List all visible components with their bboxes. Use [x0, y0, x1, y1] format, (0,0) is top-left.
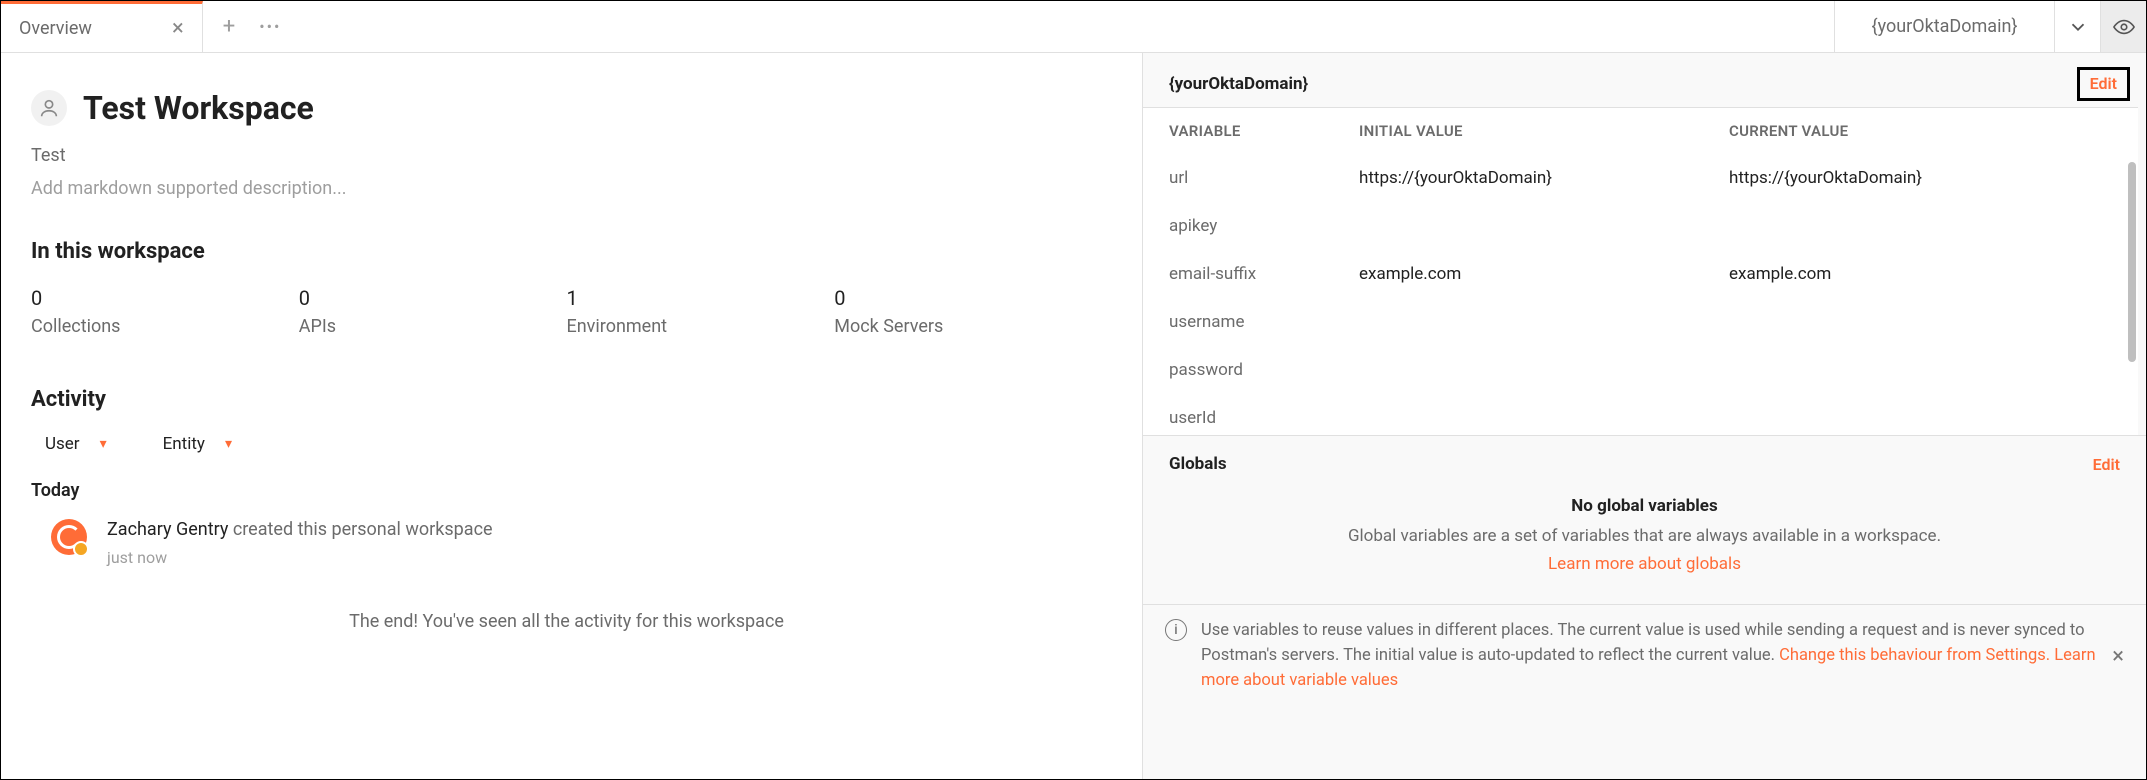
- var-current: [1729, 408, 2112, 428]
- chevron-down-icon: ▾: [100, 436, 107, 452]
- activity-item: Zachary Gentry created this personal wor…: [31, 519, 1102, 567]
- stats-row: 0 Collections 0 APIs 1 Environment 0 Moc…: [31, 286, 1102, 337]
- var-current: [1729, 360, 2112, 380]
- var-initial: [1359, 216, 1729, 236]
- filter-user[interactable]: User ▾: [45, 434, 107, 454]
- table-row: username: [1143, 298, 2138, 346]
- tab-label: Overview: [19, 18, 92, 39]
- col-current: CURRENT VALUE: [1729, 122, 2112, 140]
- activity-user[interactable]: Zachary Gentry: [107, 519, 228, 540]
- table-row: email-suffixexample.comexample.com: [1143, 250, 2138, 298]
- var-initial: [1359, 360, 1729, 380]
- close-icon[interactable]: ×: [172, 16, 184, 41]
- globals-title: Globals: [1169, 454, 1227, 474]
- activity-group-today: Today: [31, 480, 1102, 501]
- avatar[interactable]: [51, 519, 87, 555]
- in-workspace-heading: In this workspace: [31, 239, 1102, 264]
- activity-end-message: The end! You've seen all the activity fo…: [31, 611, 1102, 632]
- workspace-subtitle: Test: [31, 145, 1102, 166]
- col-initial: INITIAL VALUE: [1359, 122, 1729, 140]
- env-edit-button[interactable]: Edit: [2090, 74, 2117, 93]
- new-tab-icon[interactable]: +: [223, 14, 235, 39]
- col-variable: VARIABLE: [1169, 122, 1359, 140]
- var-initial: [1359, 408, 1729, 428]
- tab-overview[interactable]: Overview ×: [1, 1, 203, 52]
- workspace-icon: [31, 90, 67, 126]
- stat-collections[interactable]: 0 Collections: [31, 286, 299, 337]
- info-change-link[interactable]: Change this behaviour from Settings.: [1779, 646, 2050, 665]
- var-current: https://{yourOktaDomain}: [1729, 168, 2112, 188]
- info-icon: i: [1165, 619, 1187, 641]
- globals-edit-button[interactable]: Edit: [2093, 455, 2120, 474]
- table-row: apikey: [1143, 202, 2138, 250]
- eye-icon: [2113, 16, 2135, 38]
- more-tabs-icon[interactable]: •••: [259, 17, 281, 36]
- environment-quicklook-button[interactable]: [2100, 1, 2146, 52]
- var-name: password: [1169, 360, 1359, 380]
- table-row: password: [1143, 346, 2138, 394]
- stat-apis[interactable]: 0 APIs: [299, 286, 567, 337]
- filter-entity[interactable]: Entity ▾: [163, 434, 232, 454]
- workspace-description[interactable]: Add markdown supported description...: [31, 178, 1102, 199]
- activity-text: created this personal workspace: [228, 519, 492, 540]
- info-bar: i Use variables to reuse values in diffe…: [1143, 604, 2146, 711]
- environment-selector[interactable]: {yourOktaDomain}: [1834, 1, 2054, 52]
- var-name: email-suffix: [1169, 264, 1359, 284]
- environment-quicklook-panel: {yourOktaDomain} Edit VARIABLE INITIAL V…: [1142, 53, 2146, 779]
- environment-dropdown-button[interactable]: [2054, 1, 2100, 52]
- scrollbar[interactable]: [2128, 162, 2136, 362]
- var-name: url: [1169, 168, 1359, 188]
- activity-heading: Activity: [31, 387, 1102, 412]
- globals-empty-title: No global variables: [1183, 496, 2106, 516]
- var-initial: example.com: [1359, 264, 1729, 284]
- var-current: [1729, 312, 2112, 332]
- var-initial: [1359, 312, 1729, 332]
- table-row: urlhttps://{yourOktaDomain}https://{your…: [1143, 154, 2138, 202]
- stat-mock-servers[interactable]: 0 Mock Servers: [834, 286, 1102, 337]
- var-current: example.com: [1729, 264, 2112, 284]
- activity-time: just now: [107, 548, 493, 567]
- variables-table: VARIABLE INITIAL VALUE CURRENT VALUE url…: [1143, 107, 2138, 435]
- globals-empty-text: Global variables are a set of variables …: [1183, 526, 2106, 546]
- environment-label: {yourOktaDomain}: [1871, 16, 2017, 37]
- var-current: [1729, 216, 2112, 236]
- var-name: apikey: [1169, 216, 1359, 236]
- table-row: userId: [1143, 394, 2138, 435]
- chevron-down-icon: ▾: [225, 436, 232, 452]
- var-initial: https://{yourOktaDomain}: [1359, 168, 1729, 188]
- env-name: {yourOktaDomain}: [1169, 74, 1308, 94]
- var-name: userId: [1169, 408, 1359, 428]
- workspace-title: Test Workspace: [83, 89, 314, 127]
- info-close-icon[interactable]: ×: [2112, 640, 2124, 673]
- globals-learn-link[interactable]: Learn more about globals: [1183, 554, 2106, 574]
- tab-bar: Overview × + ••• {yourOktaDomain}: [1, 1, 2146, 53]
- var-name: username: [1169, 312, 1359, 332]
- stat-environment[interactable]: 1 Environment: [567, 286, 835, 337]
- chevron-down-icon: [2067, 16, 2089, 38]
- overview-pane: Test Workspace Test Add markdown support…: [1, 53, 1142, 779]
